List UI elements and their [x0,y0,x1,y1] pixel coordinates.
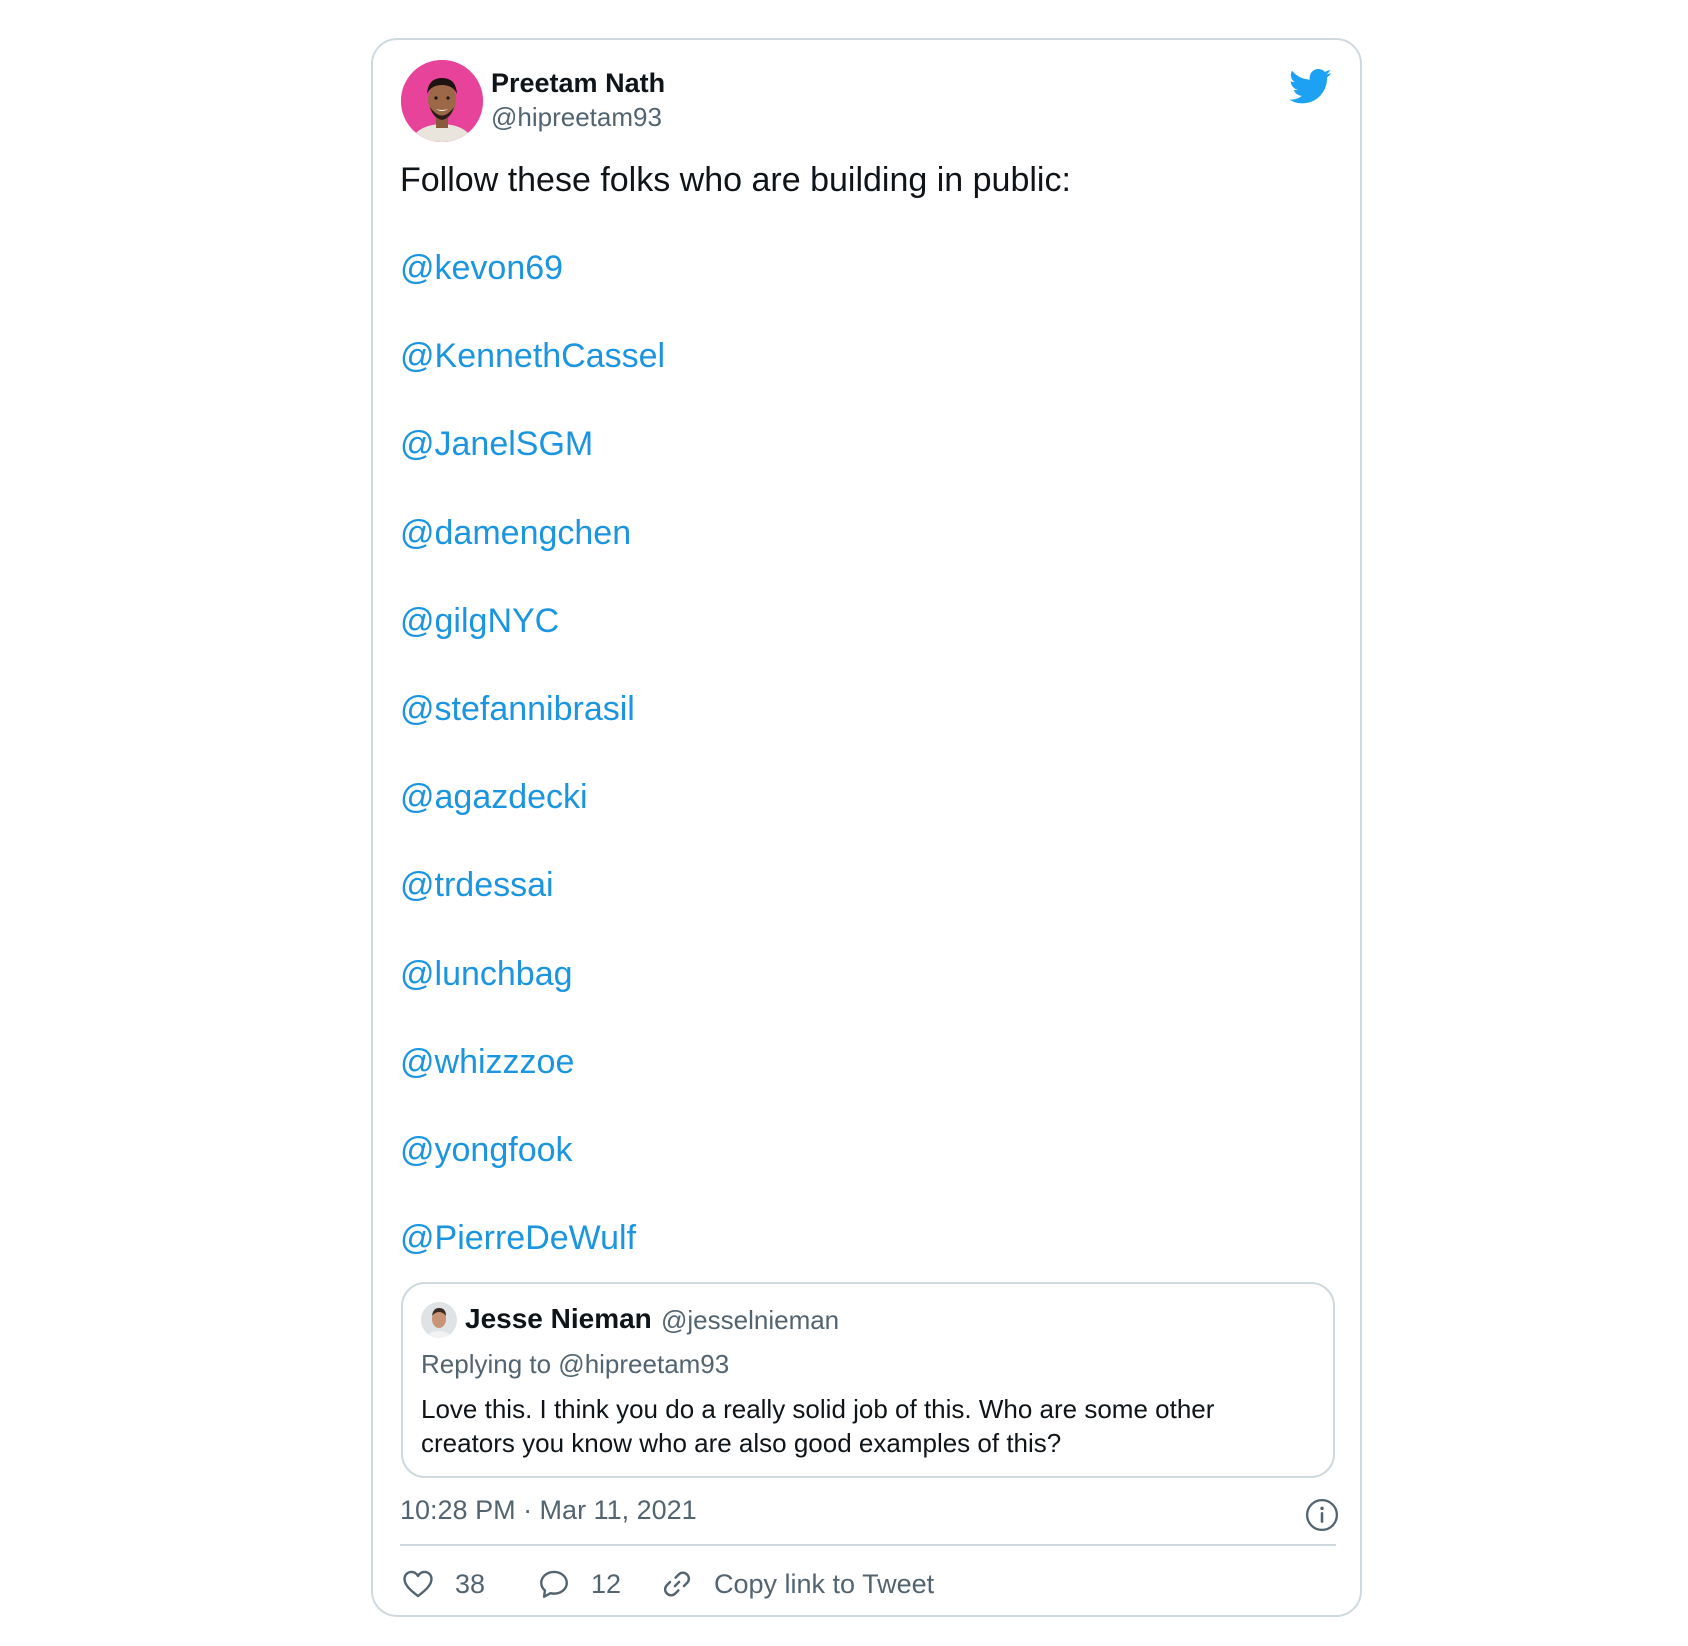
mention-list: @kevon69 @KennethCassel @JanelSGM @damen… [400,248,665,1306]
mention-link[interactable]: @yongfook [400,1130,665,1218]
actions-divider [400,1544,1336,1546]
reply-button[interactable]: 12 [537,1564,621,1604]
author-avatar[interactable] [401,60,483,142]
mention-link[interactable]: @whizzzoe [400,1042,665,1130]
copy-link-label: Copy link to Tweet [714,1568,935,1599]
mention-link[interactable]: @stefannibrasil [400,689,665,777]
copy-link-button[interactable]: Copy link to Tweet [660,1564,934,1604]
mention-link[interactable]: @KennethCassel [400,336,665,424]
author-name[interactable]: Preetam Nath [491,68,665,99]
info-icon[interactable] [1305,1498,1339,1532]
quoted-tweet-text: Love this. I think you do a really solid… [421,1394,1215,1458]
heart-icon [403,1570,433,1598]
mention-link[interactable]: @kevon69 [400,248,665,336]
replying-to-label: Replying to @hipreetam93 [421,1349,730,1379]
quoted-tweet[interactable]: Jesse Nieman @jesselnieman Replying to @… [401,1282,1335,1478]
mention-link[interactable]: @trdessai [400,865,665,953]
mention-link[interactable]: @damengchen [400,513,665,601]
quoted-author-handle[interactable]: @jesselnieman [661,1305,839,1336]
twitter-bird-icon[interactable] [1288,64,1332,108]
quoted-author-name[interactable]: Jesse Nieman [465,1303,652,1335]
like-count: 38 [455,1568,486,1599]
tweet-text: Follow these folks who are building in p… [400,161,1071,199]
tweet-card[interactable]: Preetam Nath @hipreetam93 Follow these f… [371,38,1362,1617]
like-button[interactable]: 38 [401,1564,485,1604]
mention-link[interactable]: @gilgNYC [400,601,665,689]
mention-link[interactable]: @lunchbag [400,954,665,1042]
mention-link[interactable]: @JanelSGM [400,424,665,512]
reply-bubble-icon [540,1570,568,1598]
reply-count: 12 [591,1568,622,1599]
mention-link[interactable]: @agazdecki [400,777,665,865]
tweet-timestamp[interactable]: 10:28 PM · Mar 11, 2021 [400,1495,697,1526]
link-icon [663,1571,691,1597]
quoted-author-avatar[interactable] [421,1302,457,1338]
author-handle[interactable]: @hipreetam93 [491,102,662,133]
